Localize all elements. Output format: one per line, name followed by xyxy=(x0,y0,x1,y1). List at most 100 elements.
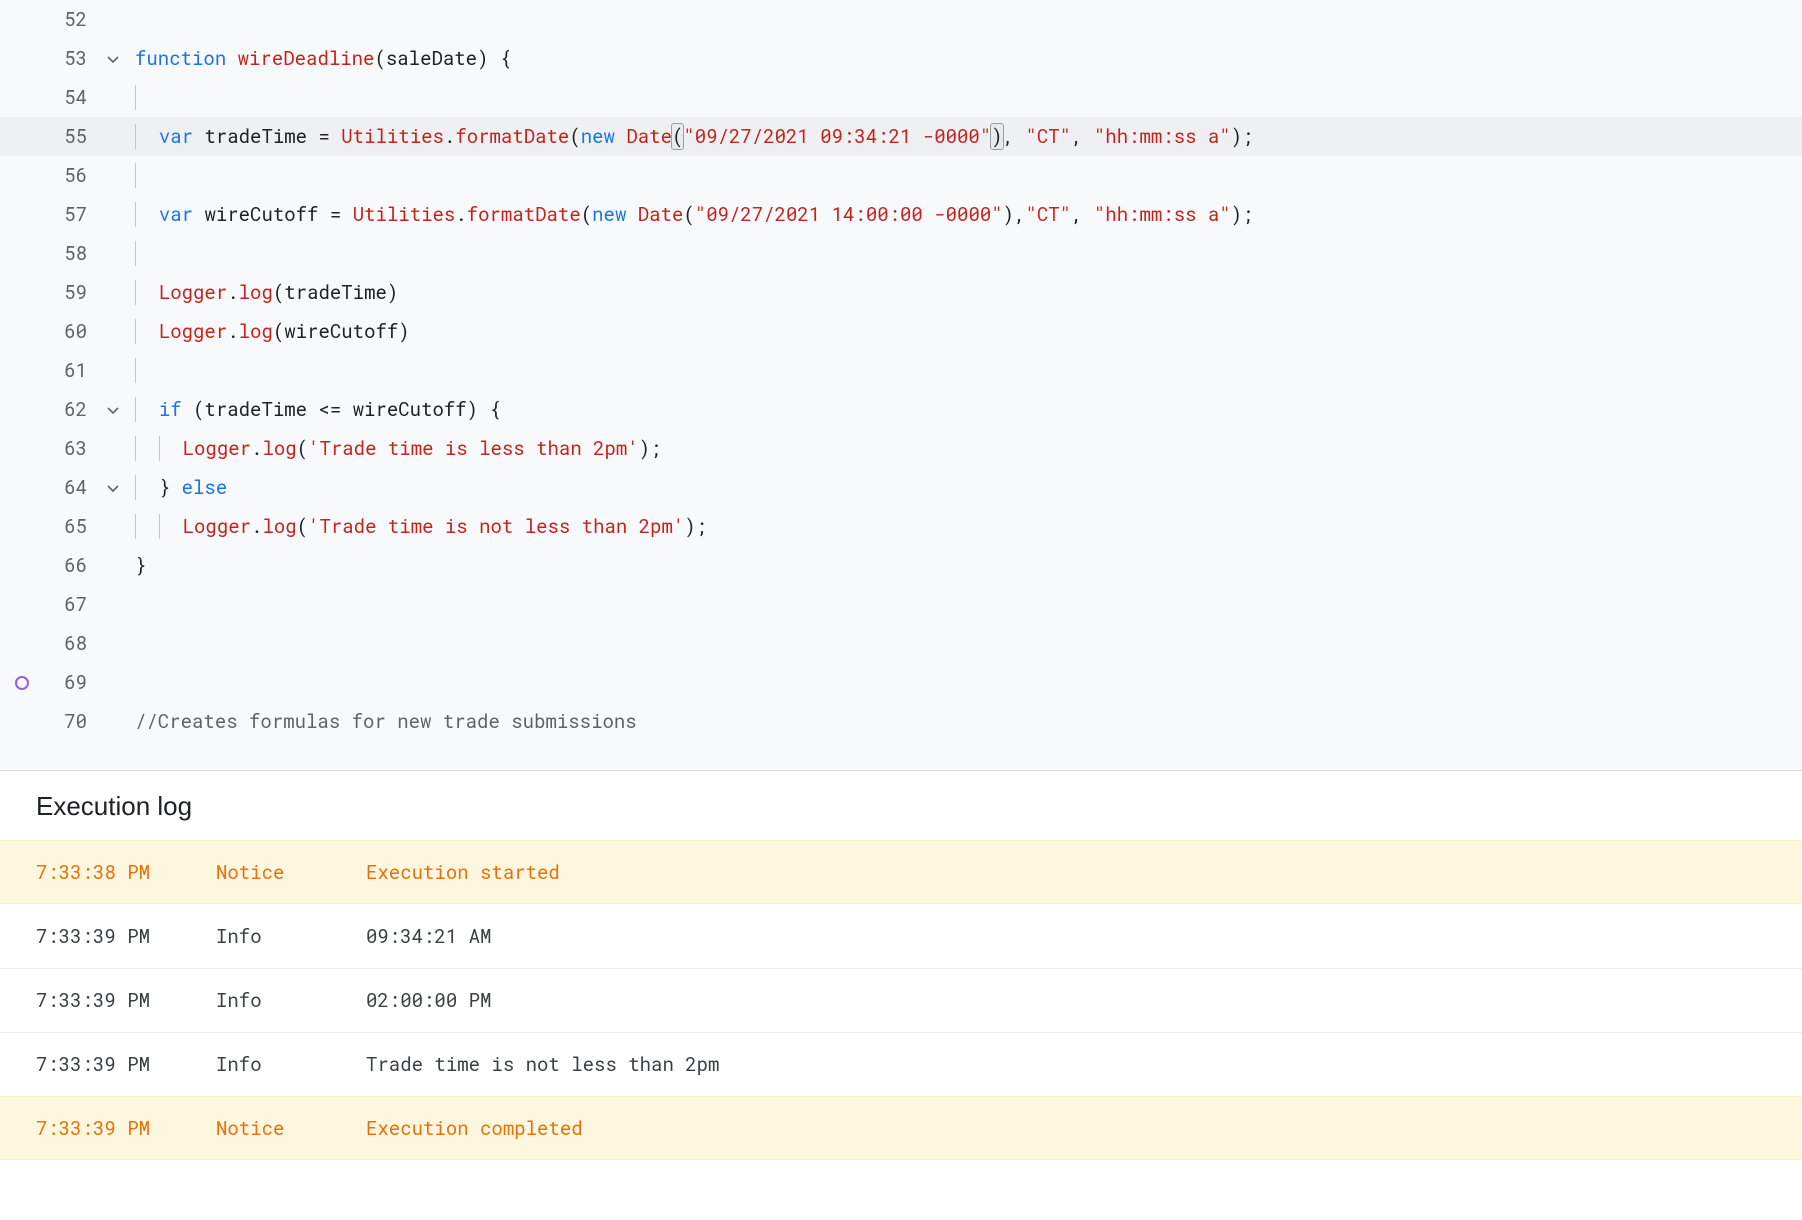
line-number: 52 xyxy=(0,0,95,39)
string: 'Trade time is less than 2pm' xyxy=(308,436,639,461)
line-number: 68 xyxy=(0,624,95,663)
log-row: 7:33:39 PM Info 02:00:00 PM xyxy=(0,968,1802,1032)
identifier: Logger xyxy=(183,436,251,461)
identifier: Utilities xyxy=(353,202,456,227)
keyword: function xyxy=(135,46,226,71)
keyword: else xyxy=(182,475,228,500)
comment: //Creates formulas for new trade submiss… xyxy=(135,709,637,734)
string: "09/27/2021 14:00:00 -0000" xyxy=(695,202,1003,227)
identifier: Date xyxy=(638,202,684,227)
line-number: 65 xyxy=(0,507,95,546)
string: "hh:mm:ss a" xyxy=(1094,202,1231,227)
line-number: 58 xyxy=(0,234,95,273)
fold-icon[interactable] xyxy=(99,468,119,507)
code-line[interactable]: 70 //Creates formulas for new trade subm… xyxy=(0,702,1802,741)
log-row: 7:33:39 PM Notice Execution completed xyxy=(0,1096,1802,1160)
line-number: 62 xyxy=(0,390,95,429)
code-line[interactable]: 67 xyxy=(0,585,1802,624)
log-time: 7:33:38 PM xyxy=(36,860,216,885)
line-number: 61 xyxy=(0,351,95,390)
identifier: Utilities xyxy=(341,124,444,149)
log-time: 7:33:39 PM xyxy=(36,924,216,949)
fold-icon[interactable] xyxy=(99,390,119,429)
identifier: Date xyxy=(626,124,672,149)
line-number: 56 xyxy=(0,156,95,195)
code-line[interactable]: 53 function wireDeadline(saleDate) { xyxy=(0,39,1802,78)
keyword: var xyxy=(159,202,193,227)
fold-icon[interactable] xyxy=(99,39,119,78)
log-message: 09:34:21 AM xyxy=(366,924,1766,949)
line-number: 66 xyxy=(0,546,95,585)
code-line[interactable]: 60 Logger.log(wireCutoff) xyxy=(0,312,1802,351)
line-number: 63 xyxy=(0,429,95,468)
keyword: new xyxy=(581,124,615,149)
identifier: tradeTime xyxy=(284,280,387,305)
log-message: Execution started xyxy=(366,860,1766,885)
string: "CT" xyxy=(1025,202,1071,227)
line-number: 70 xyxy=(0,702,95,741)
code-line[interactable]: 56 xyxy=(0,156,1802,195)
log-message: Execution completed xyxy=(366,1116,1766,1141)
code-line[interactable]: 69 xyxy=(0,663,1802,702)
log-time: 7:33:39 PM xyxy=(36,1052,216,1077)
identifier: Logger xyxy=(159,280,227,305)
execution-log-title: Execution log xyxy=(0,771,1802,840)
string: "CT" xyxy=(1025,124,1071,149)
code-text: (tradeTime <= wireCutoff) { xyxy=(193,397,501,422)
identifier: log xyxy=(239,319,273,344)
log-row: 7:33:39 PM Info 09:34:21 AM xyxy=(0,904,1802,968)
log-row: 7:33:38 PM Notice Execution started xyxy=(0,840,1802,904)
code-line[interactable]: 58 xyxy=(0,234,1802,273)
line-number: 59 xyxy=(0,273,95,312)
line-number: 69 xyxy=(0,663,95,702)
identifier: saleDate xyxy=(386,46,477,71)
identifier: formatDate xyxy=(455,124,569,149)
identifier: log xyxy=(262,514,296,539)
code-line[interactable]: 63 Logger.log('Trade time is less than 2… xyxy=(0,429,1802,468)
identifier: log xyxy=(239,280,273,305)
identifier: wireDeadline xyxy=(238,46,375,71)
log-time: 7:33:39 PM xyxy=(36,1116,216,1141)
identifier: tradeTime xyxy=(204,124,307,149)
code-line[interactable]: 52 xyxy=(0,0,1802,39)
code-line[interactable]: 59 Logger.log(tradeTime) xyxy=(0,273,1802,312)
keyword: new xyxy=(592,202,626,227)
code-line[interactable]: 65 Logger.log('Trade time is not less th… xyxy=(0,507,1802,546)
log-message: 02:00:00 PM xyxy=(366,988,1766,1013)
code-line[interactable]: 62 if (tradeTime <= wireCutoff) { xyxy=(0,390,1802,429)
line-number: 54 xyxy=(0,78,95,117)
line-number: 67 xyxy=(0,585,95,624)
keyword: var xyxy=(159,124,193,149)
log-time: 7:33:39 PM xyxy=(36,988,216,1013)
log-level: Info xyxy=(216,924,366,949)
identifier: Logger xyxy=(183,514,251,539)
log-message: Trade time is not less than 2pm xyxy=(366,1052,1766,1077)
code-line[interactable]: 66 } xyxy=(0,546,1802,585)
string: "09/27/2021 09:34:21 -0000" xyxy=(683,124,991,149)
string: "hh:mm:ss a" xyxy=(1094,124,1231,149)
identifier: wireCutoff xyxy=(284,319,398,344)
execution-log-panel: Execution log 7:33:38 PM Notice Executio… xyxy=(0,770,1802,1160)
code-line[interactable]: 54 xyxy=(0,78,1802,117)
code-editor[interactable]: 52 53 function wireDeadline(saleDate) { … xyxy=(0,0,1802,770)
code-line[interactable]: 57 var wireCutoff = Utilities.formatDate… xyxy=(0,195,1802,234)
line-number: 60 xyxy=(0,312,95,351)
identifier: log xyxy=(262,436,296,461)
log-level: Notice xyxy=(216,1116,366,1141)
line-number: 57 xyxy=(0,195,95,234)
log-row: 7:33:39 PM Info Trade time is not less t… xyxy=(0,1032,1802,1096)
identifier: Logger xyxy=(159,319,227,344)
keyword: if xyxy=(159,397,182,422)
identifier: formatDate xyxy=(467,202,581,227)
log-level: Notice xyxy=(216,860,366,885)
code-line[interactable]: 64 } else xyxy=(0,468,1802,507)
code-line[interactable]: 61 xyxy=(0,351,1802,390)
line-number: 55 xyxy=(0,117,95,156)
code-line[interactable]: 68 xyxy=(0,624,1802,663)
identifier: wireCutoff xyxy=(204,202,318,227)
line-number: 64 xyxy=(0,468,95,507)
code-line-active[interactable]: 55 var tradeTime = Utilities.formatDate(… xyxy=(0,117,1802,156)
log-level: Info xyxy=(216,988,366,1013)
string: 'Trade time is not less than 2pm' xyxy=(308,514,684,539)
log-level: Info xyxy=(216,1052,366,1077)
